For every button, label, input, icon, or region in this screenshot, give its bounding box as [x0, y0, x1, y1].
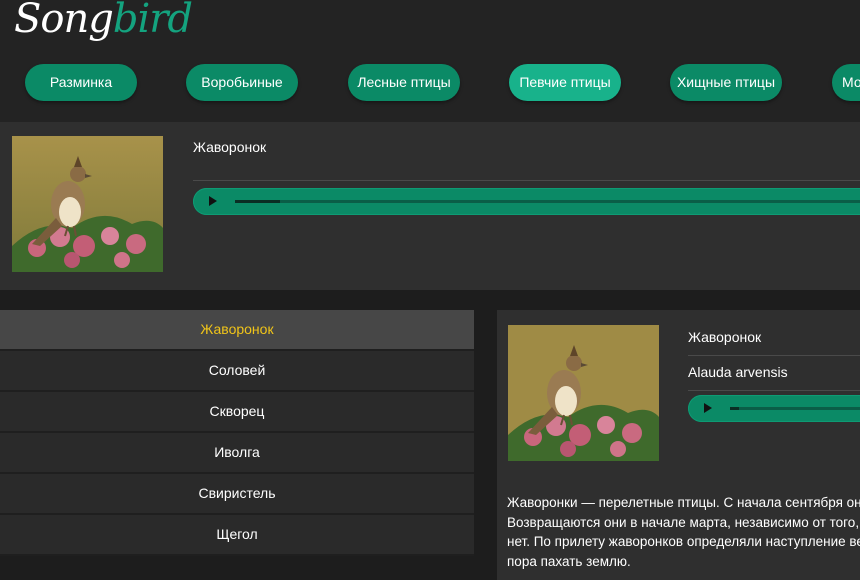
player-track-title: Жаворонок	[193, 139, 267, 155]
description-line: Жаворонки — перелетные птицы. С начала с…	[507, 495, 860, 510]
nav-button-passerines[interactable]: Воробьиные	[186, 64, 298, 101]
nav-button-birds-of-prey[interactable]: Хищные птицы	[670, 64, 782, 101]
nav-button-forest-birds[interactable]: Лесные птицы	[348, 64, 460, 101]
description-line: нет. По прилету жаворонков определяли на…	[507, 534, 860, 549]
detail-divider-2	[688, 390, 860, 391]
list-item-starling[interactable]: Скворец	[0, 392, 474, 433]
play-icon[interactable]	[209, 196, 217, 206]
list-item-goldfinch[interactable]: Щегол	[0, 515, 474, 556]
detail-bird-image	[508, 325, 659, 461]
main-audio-player[interactable]	[193, 188, 860, 215]
audio-progress-track[interactable]	[235, 200, 860, 203]
player-divider	[193, 180, 860, 181]
category-nav: Разминка Воробьиные Лесные птицы Певчие …	[0, 64, 860, 102]
audio-progress-fill	[730, 407, 740, 410]
bird-list: Жаворонок Соловей Скворец Иволга Свирист…	[0, 310, 474, 556]
nav-button-warmup[interactable]: Разминка	[25, 64, 137, 101]
detail-latin-name: Alauda arvensis	[688, 364, 788, 380]
nav-button-songbirds[interactable]: Певчие птицы	[509, 64, 621, 101]
list-item-waxwing[interactable]: Свиристель	[0, 474, 474, 515]
logo-part-song: Song	[14, 0, 114, 42]
detail-bird-name: Жаворонок	[688, 329, 762, 345]
bird-detail-panel: Жаворонок Alauda arvensis Жаворонки — пе…	[497, 310, 860, 580]
list-item-lark[interactable]: Жаворонок	[0, 310, 474, 351]
player-bird-image	[12, 136, 163, 272]
logo[interactable]: Songbird	[14, 0, 193, 42]
logo-part-bird: bird	[112, 0, 193, 42]
audio-progress-track[interactable]	[730, 407, 860, 410]
description-line: Возвращаются они в начале марта, независ…	[507, 514, 860, 530]
list-item-nightingale[interactable]: Соловей	[0, 351, 474, 392]
list-item-oriole[interactable]: Иволга	[0, 433, 474, 474]
description-line: пора пахать землю.	[507, 553, 631, 569]
header: Songbird Разминка Воробьиные Лесные птиц…	[0, 0, 860, 122]
play-icon[interactable]	[704, 403, 712, 413]
nav-button-sea-birds[interactable]: Мо	[832, 64, 860, 101]
detail-divider-1	[688, 355, 860, 356]
detail-audio-player[interactable]	[688, 395, 860, 422]
bird-description: Жаворонки — перелетные птицы. С начала с…	[507, 493, 860, 571]
audio-progress-fill	[235, 200, 280, 203]
